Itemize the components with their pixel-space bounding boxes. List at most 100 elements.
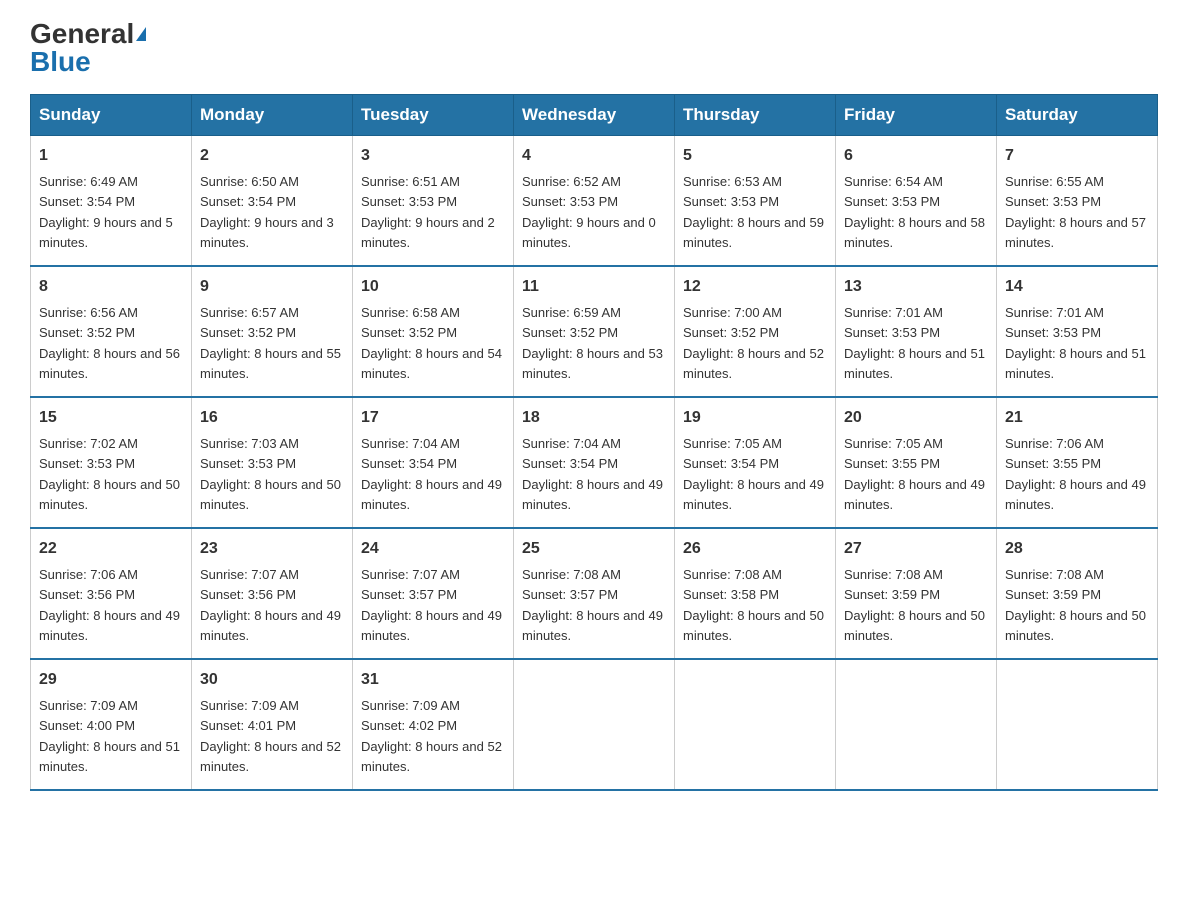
table-row: 26 Sunrise: 7:08 AMSunset: 3:58 PMDayligh… <box>675 528 836 659</box>
day-number: 12 <box>683 275 827 299</box>
day-info: Sunrise: 7:08 AMSunset: 3:58 PMDaylight:… <box>683 567 824 643</box>
table-row: 18 Sunrise: 7:04 AMSunset: 3:54 PMDayligh… <box>514 397 675 528</box>
day-info: Sunrise: 6:56 AMSunset: 3:52 PMDaylight:… <box>39 305 180 381</box>
day-number: 23 <box>200 537 344 561</box>
day-number: 22 <box>39 537 183 561</box>
day-info: Sunrise: 7:06 AMSunset: 3:55 PMDaylight:… <box>1005 436 1146 512</box>
day-info: Sunrise: 7:08 AMSunset: 3:57 PMDaylight:… <box>522 567 663 643</box>
day-number: 4 <box>522 144 666 168</box>
table-row: 16Sunrise: 7:03 AMSunset: 3:53 PMDayligh… <box>192 397 353 528</box>
day-number: 20 <box>844 406 988 430</box>
table-row: 12 Sunrise: 7:00 AMSunset: 3:52 PMDayligh… <box>675 266 836 397</box>
week-row-3: 15Sunrise: 7:02 AMSunset: 3:53 PMDayligh… <box>31 397 1158 528</box>
weekday-header-row: SundayMondayTuesdayWednesdayThursdayFrid… <box>31 95 1158 136</box>
table-row: 23 Sunrise: 7:07 AMSunset: 3:56 PMDayligh… <box>192 528 353 659</box>
day-info: Sunrise: 7:03 AMSunset: 3:53 PMDaylight:… <box>200 436 341 512</box>
day-number: 8 <box>39 275 183 299</box>
table-row: 13 Sunrise: 7:01 AMSunset: 3:53 PMDayligh… <box>836 266 997 397</box>
weekday-header-saturday: Saturday <box>997 95 1158 136</box>
day-number: 25 <box>522 537 666 561</box>
day-info: Sunrise: 7:06 AMSunset: 3:56 PMDaylight:… <box>39 567 180 643</box>
table-row: 2 Sunrise: 6:50 AMSunset: 3:54 PMDaylight… <box>192 136 353 267</box>
day-number: 28 <box>1005 537 1149 561</box>
week-row-2: 8 Sunrise: 6:56 AMSunset: 3:52 PMDaylight… <box>31 266 1158 397</box>
day-info: Sunrise: 7:02 AMSunset: 3:53 PMDaylight:… <box>39 436 180 512</box>
table-row: 19 Sunrise: 7:05 AMSunset: 3:54 PMDayligh… <box>675 397 836 528</box>
table-row: 28 Sunrise: 7:08 AMSunset: 3:59 PMDayligh… <box>997 528 1158 659</box>
table-row: 17 Sunrise: 7:04 AMSunset: 3:54 PMDayligh… <box>353 397 514 528</box>
weekday-header-thursday: Thursday <box>675 95 836 136</box>
day-number: 17 <box>361 406 505 430</box>
table-row <box>675 659 836 790</box>
day-number: 19 <box>683 406 827 430</box>
day-info: Sunrise: 6:57 AMSunset: 3:52 PMDaylight:… <box>200 305 341 381</box>
weekday-header-friday: Friday <box>836 95 997 136</box>
weekday-header-wednesday: Wednesday <box>514 95 675 136</box>
calendar-table: SundayMondayTuesdayWednesdayThursdayFrid… <box>30 94 1158 791</box>
logo: General Blue <box>30 20 146 76</box>
logo-general-text: General <box>30 20 134 48</box>
day-info: Sunrise: 7:09 AMSunset: 4:00 PMDaylight:… <box>39 698 180 774</box>
table-row: 25 Sunrise: 7:08 AMSunset: 3:57 PMDayligh… <box>514 528 675 659</box>
day-number: 21 <box>1005 406 1149 430</box>
table-row: 27 Sunrise: 7:08 AMSunset: 3:59 PMDayligh… <box>836 528 997 659</box>
day-number: 6 <box>844 144 988 168</box>
day-info: Sunrise: 7:08 AMSunset: 3:59 PMDaylight:… <box>1005 567 1146 643</box>
table-row: 4 Sunrise: 6:52 AMSunset: 3:53 PMDaylight… <box>514 136 675 267</box>
day-info: Sunrise: 7:00 AMSunset: 3:52 PMDaylight:… <box>683 305 824 381</box>
day-info: Sunrise: 7:05 AMSunset: 3:54 PMDaylight:… <box>683 436 824 512</box>
table-row: 5 Sunrise: 6:53 AMSunset: 3:53 PMDaylight… <box>675 136 836 267</box>
table-row: 3 Sunrise: 6:51 AMSunset: 3:53 PMDaylight… <box>353 136 514 267</box>
day-info: Sunrise: 6:52 AMSunset: 3:53 PMDaylight:… <box>522 174 656 250</box>
week-row-4: 22 Sunrise: 7:06 AMSunset: 3:56 PMDayligh… <box>31 528 1158 659</box>
day-number: 1 <box>39 144 183 168</box>
table-row: 21 Sunrise: 7:06 AMSunset: 3:55 PMDayligh… <box>997 397 1158 528</box>
day-info: Sunrise: 6:53 AMSunset: 3:53 PMDaylight:… <box>683 174 824 250</box>
day-info: Sunrise: 7:07 AMSunset: 3:56 PMDaylight:… <box>200 567 341 643</box>
table-row: 24 Sunrise: 7:07 AMSunset: 3:57 PMDayligh… <box>353 528 514 659</box>
day-number: 2 <box>200 144 344 168</box>
weekday-header-tuesday: Tuesday <box>353 95 514 136</box>
day-info: Sunrise: 7:09 AMSunset: 4:01 PMDaylight:… <box>200 698 341 774</box>
day-info: Sunrise: 7:01 AMSunset: 3:53 PMDaylight:… <box>1005 305 1146 381</box>
table-row: 29 Sunrise: 7:09 AMSunset: 4:00 PMDayligh… <box>31 659 192 790</box>
table-row: 31Sunrise: 7:09 AMSunset: 4:02 PMDayligh… <box>353 659 514 790</box>
day-number: 18 <box>522 406 666 430</box>
day-info: Sunrise: 7:07 AMSunset: 3:57 PMDaylight:… <box>361 567 502 643</box>
table-row: 15Sunrise: 7:02 AMSunset: 3:53 PMDayligh… <box>31 397 192 528</box>
day-info: Sunrise: 6:50 AMSunset: 3:54 PMDaylight:… <box>200 174 334 250</box>
day-number: 7 <box>1005 144 1149 168</box>
day-info: Sunrise: 7:04 AMSunset: 3:54 PMDaylight:… <box>522 436 663 512</box>
day-number: 27 <box>844 537 988 561</box>
day-number: 24 <box>361 537 505 561</box>
day-number: 13 <box>844 275 988 299</box>
day-info: Sunrise: 6:55 AMSunset: 3:53 PMDaylight:… <box>1005 174 1146 250</box>
page-header: General Blue <box>30 20 1158 76</box>
logo-triangle-icon <box>136 27 146 41</box>
day-info: Sunrise: 6:51 AMSunset: 3:53 PMDaylight:… <box>361 174 495 250</box>
table-row: 30 Sunrise: 7:09 AMSunset: 4:01 PMDayligh… <box>192 659 353 790</box>
day-number: 26 <box>683 537 827 561</box>
day-info: Sunrise: 7:05 AMSunset: 3:55 PMDaylight:… <box>844 436 985 512</box>
day-info: Sunrise: 6:49 AMSunset: 3:54 PMDaylight:… <box>39 174 173 250</box>
day-number: 10 <box>361 275 505 299</box>
day-number: 14 <box>1005 275 1149 299</box>
table-row: 8 Sunrise: 6:56 AMSunset: 3:52 PMDaylight… <box>31 266 192 397</box>
day-number: 31 <box>361 668 505 692</box>
day-info: Sunrise: 7:04 AMSunset: 3:54 PMDaylight:… <box>361 436 502 512</box>
table-row: 9Sunrise: 6:57 AMSunset: 3:52 PMDaylight… <box>192 266 353 397</box>
table-row <box>836 659 997 790</box>
day-number: 29 <box>39 668 183 692</box>
day-info: Sunrise: 6:58 AMSunset: 3:52 PMDaylight:… <box>361 305 502 381</box>
day-info: Sunrise: 7:08 AMSunset: 3:59 PMDaylight:… <box>844 567 985 643</box>
day-number: 5 <box>683 144 827 168</box>
logo-blue-text: Blue <box>30 48 91 76</box>
table-row <box>514 659 675 790</box>
table-row: 22 Sunrise: 7:06 AMSunset: 3:56 PMDayligh… <box>31 528 192 659</box>
day-number: 30 <box>200 668 344 692</box>
day-number: 3 <box>361 144 505 168</box>
day-info: Sunrise: 6:54 AMSunset: 3:53 PMDaylight:… <box>844 174 985 250</box>
table-row: 20 Sunrise: 7:05 AMSunset: 3:55 PMDayligh… <box>836 397 997 528</box>
table-row: 7 Sunrise: 6:55 AMSunset: 3:53 PMDaylight… <box>997 136 1158 267</box>
day-info: Sunrise: 7:01 AMSunset: 3:53 PMDaylight:… <box>844 305 985 381</box>
